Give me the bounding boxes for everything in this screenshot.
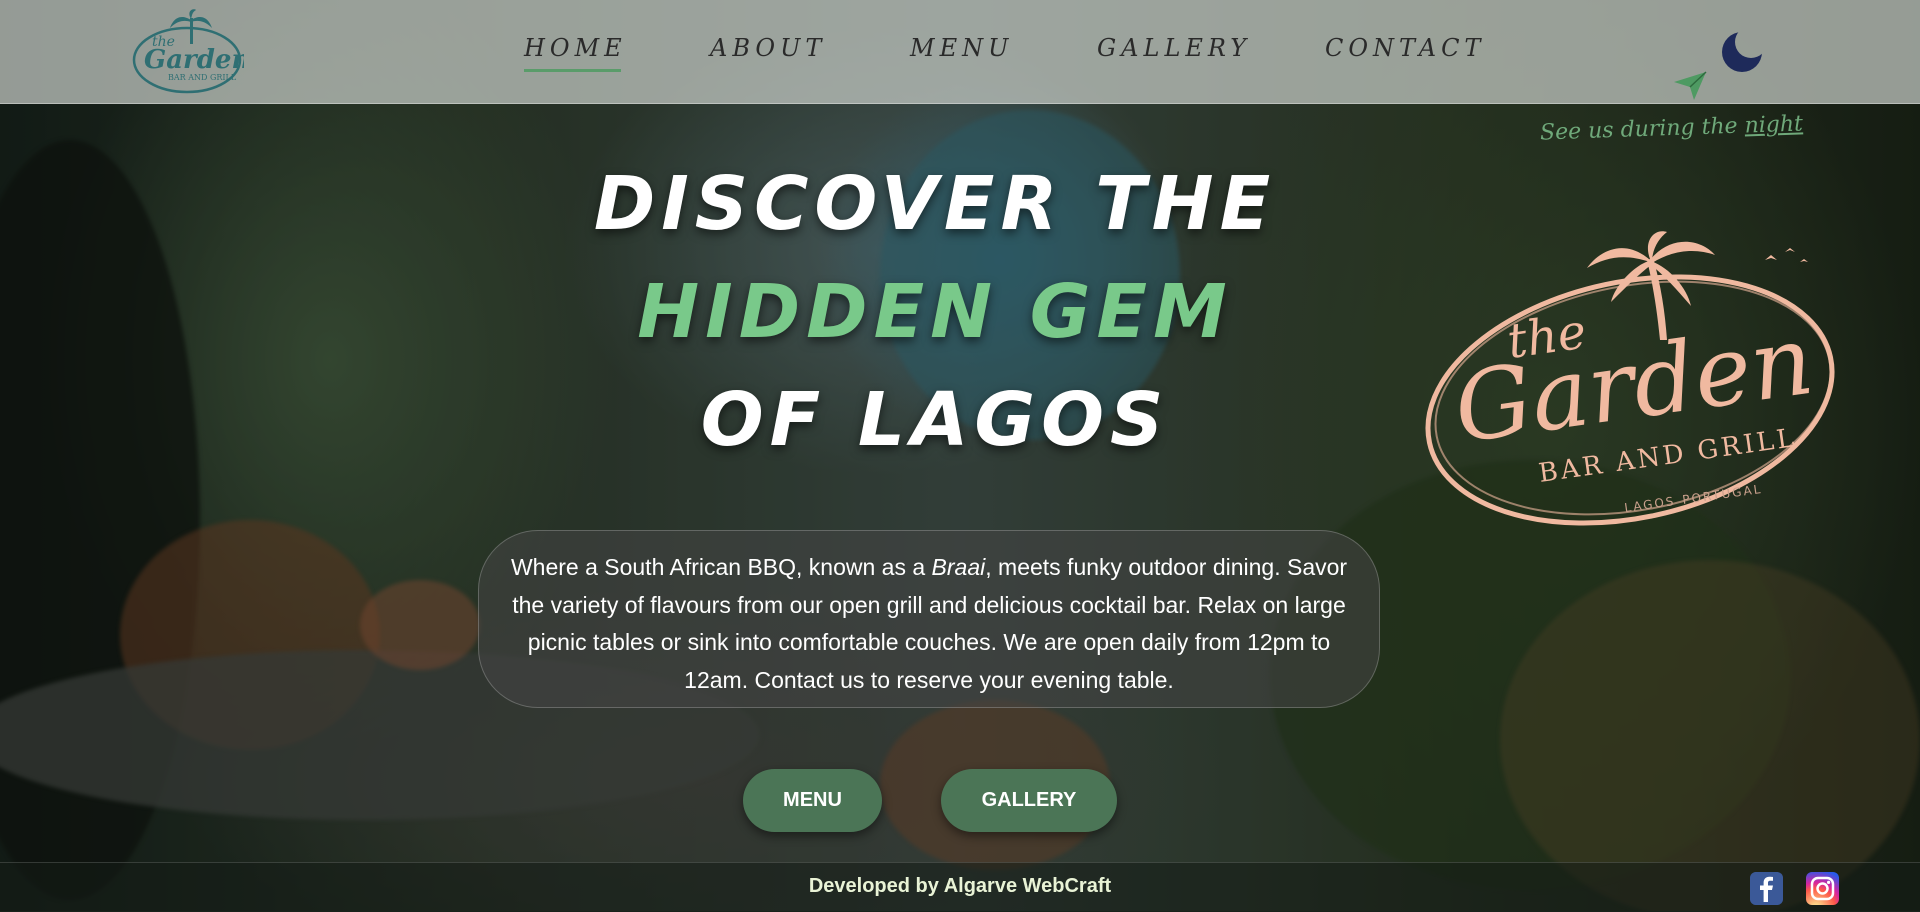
instagram-icon[interactable]	[1806, 872, 1839, 905]
main-nav: HOME ABOUT MENU GALLERY CONTACT	[0, 0, 1920, 103]
footer-credit[interactable]: Developed by Algarve WebCraft	[0, 875, 1920, 898]
facebook-icon[interactable]	[1750, 872, 1783, 905]
night-link-word: night	[1744, 111, 1804, 139]
description-text: Where a South African BBQ, known as a Br…	[499, 549, 1359, 699]
hero-headline: DISCOVER THE HIDDEN GEM OF LAGOS	[520, 150, 1350, 474]
headline-line-3: OF LAGOS	[700, 377, 1170, 463]
nav-gallery[interactable]: GALLERY	[1097, 34, 1251, 68]
svg-text:PORTUGAL: PORTUGAL	[1681, 482, 1763, 507]
nav-contact[interactable]: CONTACT	[1325, 34, 1485, 68]
logo-large: the Garden BAR AND GRILL LAGOS PORTUGAL	[1425, 231, 1835, 526]
moon-icon[interactable]	[1720, 28, 1766, 74]
site-header: the Garden BAR AND GRILL HOME ABOUT MENU…	[0, 0, 1920, 104]
headline-line-1: DISCOVER THE	[593, 161, 1277, 247]
headline-line-2: HIDDEN GEM	[637, 269, 1233, 355]
nav-menu[interactable]: MENU	[910, 34, 1013, 68]
send-arrow-icon	[1674, 71, 1707, 100]
menu-button[interactable]: MENU	[743, 769, 882, 832]
nav-about[interactable]: ABOUT	[710, 34, 826, 68]
description-braai: Braai	[931, 554, 986, 580]
site-footer: Developed by Algarve WebCraft	[0, 862, 1920, 912]
description-card: Where a South African BBQ, known as a Br…	[478, 530, 1380, 708]
gallery-button[interactable]: GALLERY	[941, 769, 1117, 832]
nav-home[interactable]: HOME	[524, 34, 627, 72]
description-part-1: Where a South African BBQ, known as a	[510, 554, 932, 580]
